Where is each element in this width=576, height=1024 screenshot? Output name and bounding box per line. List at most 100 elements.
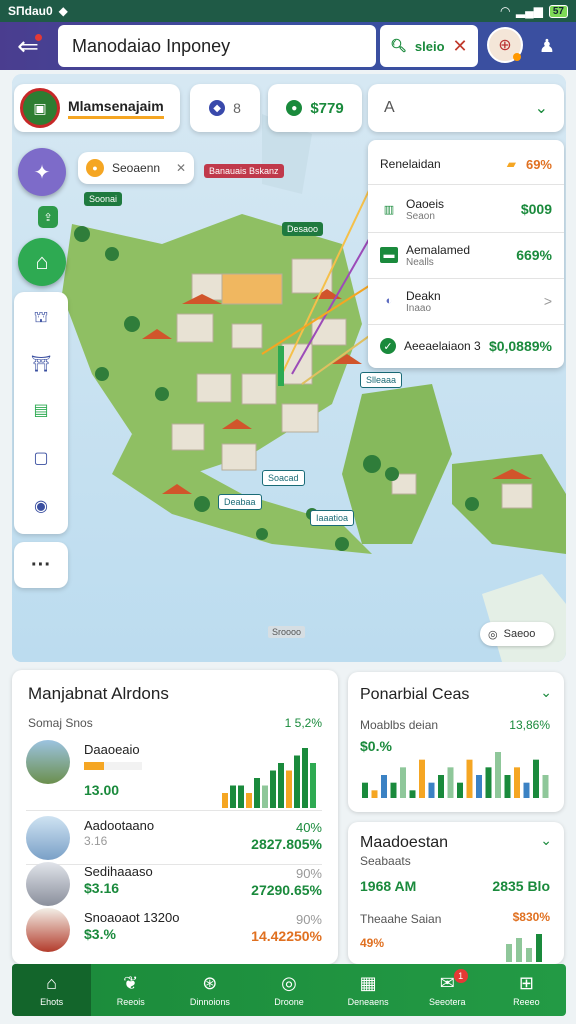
- summary-percent: 49%: [360, 936, 385, 950]
- legend-item-sub: Seaon: [406, 210, 435, 222]
- search-button[interactable]: 🔍︎ sleio ✕: [380, 25, 478, 67]
- battery-icon: 57: [548, 4, 568, 18]
- destination-price: 3.16: [84, 834, 108, 848]
- destination-thumbnail: [26, 740, 70, 784]
- destination-row[interactable]: Snoaoaot 1320o $3.% 90% 14.42250%: [26, 908, 322, 966]
- user-icon[interactable]: ♟: [530, 29, 564, 63]
- legend-item-value: 669%: [516, 247, 552, 263]
- flag-icon: ▬: [380, 247, 398, 263]
- stat-chip-2[interactable]: ● $779: [268, 84, 362, 132]
- close-icon[interactable]: ✕: [453, 36, 468, 57]
- chart-bar: [371, 790, 378, 798]
- compass-icon: ◎: [281, 973, 297, 993]
- chart-bar: [504, 775, 511, 798]
- destination-progress: [84, 762, 142, 770]
- more-icon: ···: [31, 553, 51, 576]
- nav-item-grid[interactable]: ⊞ Reeeo: [487, 964, 566, 1016]
- map-tag[interactable]: Desaoo: [282, 222, 324, 236]
- legend-item[interactable]: ◐ Deakn Inaao >: [368, 280, 564, 322]
- stat-chip-1-value: 8: [233, 100, 241, 116]
- layers-button[interactable]: ✦: [18, 148, 66, 196]
- nav-label: Reeois: [116, 997, 145, 1007]
- filter-value: A: [384, 99, 395, 116]
- home-icon: ⌂: [46, 973, 57, 993]
- legend-item[interactable]: ▬ Aemalamed Nealls 669%: [368, 234, 564, 276]
- legend-item-label: Aemalamed: [406, 242, 471, 257]
- leaf-icon: ❦: [123, 973, 139, 993]
- divider: [368, 232, 564, 233]
- summary-subtitle: Seabaats: [360, 854, 411, 868]
- nav-item-tag[interactable]: ✉ Seeotera 1: [408, 964, 487, 1016]
- nav-label: Dinnoions: [189, 997, 230, 1007]
- nav-item-home[interactable]: ⌂ Ehots: [12, 964, 92, 1016]
- temple-icon[interactable]: ⛩: [27, 352, 55, 376]
- location-chip[interactable]: ◎ Saeoo: [480, 622, 554, 646]
- wifi-icon: ◠: [500, 4, 510, 18]
- chart-bar: [523, 782, 530, 798]
- map-tag[interactable]: Soonai: [84, 192, 123, 206]
- nav-item-leaf[interactable]: ❦ Reeois: [91, 964, 170, 1016]
- map-tag[interactable]: Deabaa: [218, 494, 262, 510]
- map-tag[interactable]: Slleaaa: [360, 372, 403, 388]
- map-view[interactable]: ▣ Mlamsenajaim ◆ 8 ● $779 A ⌄ ✦ ⇪ ⌂ ⛫ ⛩ …: [12, 74, 566, 662]
- brand-chip[interactable]: ▣ Mlamsenajaim: [14, 84, 180, 132]
- book-icon: ▦: [359, 973, 377, 993]
- ticket-icon: ▰: [506, 157, 516, 171]
- back-button[interactable]: ⇐: [8, 28, 48, 64]
- chart-bar: [438, 775, 444, 798]
- nav-item-book[interactable]: ▦ Deneaens: [329, 964, 408, 1016]
- brand-name: Mlamsenajaim: [68, 98, 164, 119]
- bank-icon[interactable]: ⛫: [27, 306, 55, 330]
- legend-item[interactable]: ✓ Aeeaelaiaon 3 $0,0889%: [368, 326, 564, 366]
- camera-icon[interactable]: ◉: [27, 494, 55, 518]
- store-icon[interactable]: ▤: [27, 398, 55, 422]
- map-tag[interactable]: Banauais Bskanz: [204, 164, 284, 178]
- stat-chip-1[interactable]: ◆ 8: [190, 84, 260, 132]
- signal-icon: ▂▄▆: [515, 4, 543, 18]
- destinations-chart: [222, 748, 316, 808]
- map-tag[interactable]: Soacad: [262, 470, 305, 486]
- card-subtitle-value: 1 5,2%: [284, 716, 322, 730]
- layers-icon: ✦: [33, 161, 51, 184]
- chart-bar: [254, 778, 260, 808]
- summary-right-value: 2835 Blo: [492, 878, 550, 894]
- nav-item-compass[interactable]: ◎ Droone: [249, 964, 328, 1016]
- destination-price: 13.00: [84, 782, 120, 798]
- poi-chip[interactable]: ● Seoaenn ✕: [78, 152, 194, 184]
- more-button[interactable]: ···: [14, 542, 68, 588]
- avatar[interactable]: ⊕: [487, 27, 523, 63]
- chevron-down-icon[interactable]: ⌄: [540, 684, 552, 701]
- destination-percent: 90%: [295, 912, 322, 927]
- share-button[interactable]: ⇪: [38, 206, 58, 228]
- legend-item-value: >: [543, 293, 552, 309]
- chevron-down-icon[interactable]: ⌄: [540, 832, 552, 849]
- home-location-button[interactable]: ⌂: [18, 238, 66, 286]
- brand-logo: ▣: [20, 88, 60, 128]
- document-icon[interactable]: ▢: [27, 446, 55, 470]
- legend-item[interactable]: ▥ Oaoeis Seaon $009: [368, 188, 564, 230]
- close-icon[interactable]: ✕: [176, 161, 186, 175]
- legend-item-value: $009: [520, 201, 552, 217]
- search-input[interactable]: Manodaiao Inponey: [58, 25, 376, 67]
- coin-icon: ●: [286, 100, 303, 116]
- destinations-card: Manjabnat Alrdons Somaj Snos 1 5,2% Daao…: [12, 670, 338, 964]
- chart-bar: [466, 759, 473, 798]
- chart-bar: [294, 755, 300, 808]
- filter-dropdown[interactable]: A ⌄: [368, 84, 564, 132]
- nav-item-basket[interactable]: ⊛ Dinnoions: [170, 964, 249, 1016]
- summary-card: Maadoestan ⌄ Seabaats 1968 AM 2835 Blo T…: [348, 822, 564, 964]
- avatar-status-dot: [513, 53, 521, 61]
- legend-item-label: Aeeaelaiaon 3: [404, 339, 481, 353]
- map-tag[interactable]: Iaaatioa: [310, 510, 355, 526]
- divider: [368, 324, 564, 325]
- chart-bar: [485, 767, 492, 798]
- legend-item-value: $0,0889%: [488, 338, 552, 354]
- potential-label: Moablbs deian: [360, 718, 439, 732]
- chart-bar: [428, 782, 435, 798]
- chart-bar: [381, 775, 387, 798]
- summary-bar: [536, 934, 542, 962]
- chart-bar: [302, 748, 308, 808]
- nav-label: Seeotera: [429, 997, 466, 1007]
- summary-label-value: $830%: [512, 910, 550, 924]
- stat-chip-2-value: $779: [310, 99, 344, 117]
